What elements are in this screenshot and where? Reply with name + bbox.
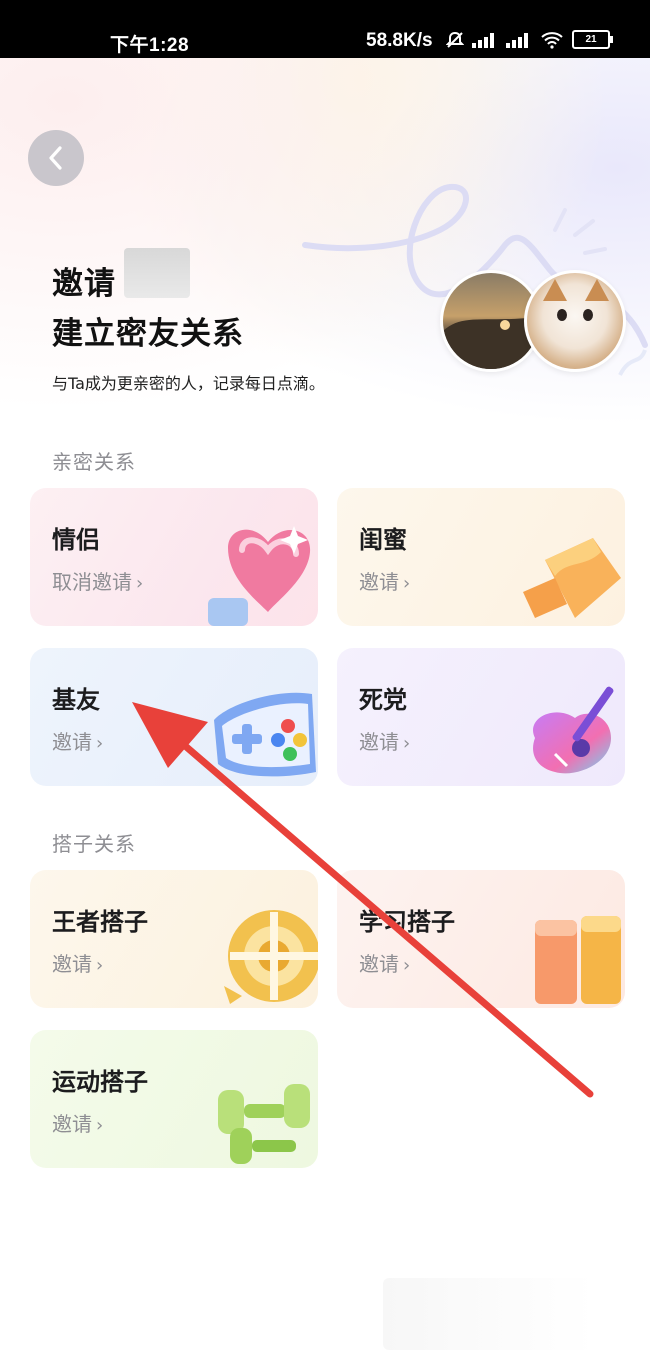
card-title: 王者搭子: [52, 908, 148, 936]
gamepad-icon: [214, 692, 316, 777]
card-title: 死党: [359, 686, 407, 714]
friend-avatar: [524, 270, 626, 372]
status-time: 下午1:28: [110, 35, 190, 56]
invite-link[interactable]: 邀请 ›: [359, 566, 410, 595]
signal-icon: [506, 32, 532, 48]
section-label-intimate: 亲密关系: [52, 450, 136, 474]
back-button[interactable]: [28, 130, 84, 186]
card-title: 闺蜜: [359, 526, 407, 554]
dumbbell-icon: [218, 1084, 310, 1164]
cancel-invite-link[interactable]: 取消邀请 ›: [52, 566, 143, 595]
chevron-right-icon: ›: [96, 955, 104, 976]
card-title: 学习搭子: [359, 908, 455, 936]
card-title: 运动搭子: [52, 1068, 148, 1096]
action-label: 邀请: [359, 730, 399, 754]
action-label: 取消邀请: [52, 570, 132, 594]
chevron-right-icon: ›: [403, 733, 411, 754]
page-title-line1: 邀请: [52, 266, 116, 302]
wifi-icon: [541, 31, 563, 49]
section-label-partner: 搭子关系: [52, 832, 136, 856]
card-lover[interactable]: 情侣 取消邀请 ›: [30, 488, 318, 626]
card-diehard[interactable]: 死党 邀请 ›: [337, 648, 625, 786]
action-label: 邀请: [52, 730, 92, 754]
bell-off-icon: [446, 31, 464, 48]
chevron-right-icon: ›: [403, 955, 411, 976]
invite-link[interactable]: 邀请 ›: [52, 726, 103, 755]
invite-link[interactable]: 邀请 ›: [359, 726, 410, 755]
game-emblem-icon: [224, 910, 318, 1004]
signal-icon: [472, 32, 498, 48]
page-title-line2: 建立密友关系: [52, 316, 244, 352]
invite-link[interactable]: 邀请 ›: [52, 948, 103, 977]
status-icons: 21: [446, 30, 613, 49]
card-buddy[interactable]: 基友 邀请 ›: [30, 648, 318, 786]
page-subtitle: 与Ta成为更亲密的人，记录每日点滴。: [52, 374, 325, 393]
action-label: 邀请: [359, 570, 399, 594]
chevron-right-icon: ›: [96, 1115, 104, 1136]
network-speed: 58.8K/s: [366, 30, 433, 51]
chevron-left-icon: [49, 146, 62, 170]
guitar-icon: [533, 686, 614, 774]
card-title: 基友: [52, 686, 100, 714]
heart-icon: [208, 526, 311, 626]
card-king-partner[interactable]: 王者搭子 邀请 ›: [30, 870, 318, 1008]
popsicle-icon: [523, 538, 621, 618]
chevron-right-icon: ›: [403, 573, 411, 594]
blurred-username: [124, 248, 190, 298]
action-label: 邀请: [52, 952, 92, 976]
invite-link[interactable]: 邀请 ›: [359, 948, 410, 977]
card-bestie[interactable]: 闺蜜 邀请 ›: [337, 488, 625, 626]
card-title: 情侣: [52, 526, 100, 554]
books-icon: [535, 916, 621, 1004]
status-bar: 下午1:28 58.8K/s 21: [0, 0, 650, 58]
card-sport-partner[interactable]: 运动搭子 邀请 ›: [30, 1030, 318, 1168]
card-study-partner[interactable]: 学习搭子 邀请 ›: [337, 870, 625, 1008]
action-label: 邀请: [359, 952, 399, 976]
invite-link[interactable]: 邀请 ›: [52, 1108, 103, 1137]
action-label: 邀请: [52, 1112, 92, 1136]
chevron-right-icon: ›: [136, 573, 144, 594]
battery-icon: 21: [572, 30, 613, 49]
chevron-right-icon: ›: [96, 733, 104, 754]
blurred-region: [383, 1278, 595, 1350]
